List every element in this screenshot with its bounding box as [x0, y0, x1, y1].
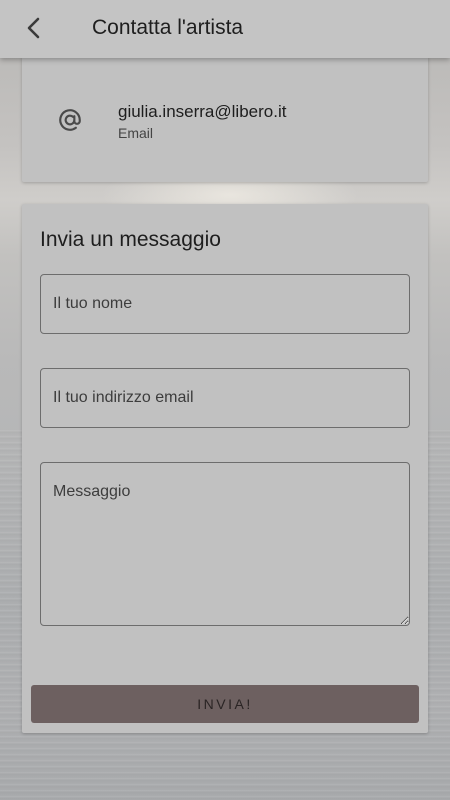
name-input[interactable] — [40, 274, 410, 334]
contact-email-label: Email — [118, 125, 154, 141]
page-title: Contatta l'artista — [92, 16, 244, 39]
send-button[interactable]: INVIA! — [31, 685, 419, 723]
email-input[interactable] — [40, 368, 410, 428]
chevron-left-icon — [27, 17, 40, 39]
form-title: Invia un messaggio — [40, 228, 221, 251]
message-textarea[interactable] — [40, 462, 410, 626]
back-button[interactable] — [18, 12, 50, 44]
contact-card: giulia.inserra@libero.it Email — [22, 56, 428, 182]
contact-email[interactable]: giulia.inserra@libero.it — [118, 102, 286, 122]
app-bar: Contatta l'artista — [0, 0, 450, 58]
message-form-card: Invia un messaggio INVIA! — [22, 204, 428, 733]
at-sign-icon — [56, 106, 84, 134]
